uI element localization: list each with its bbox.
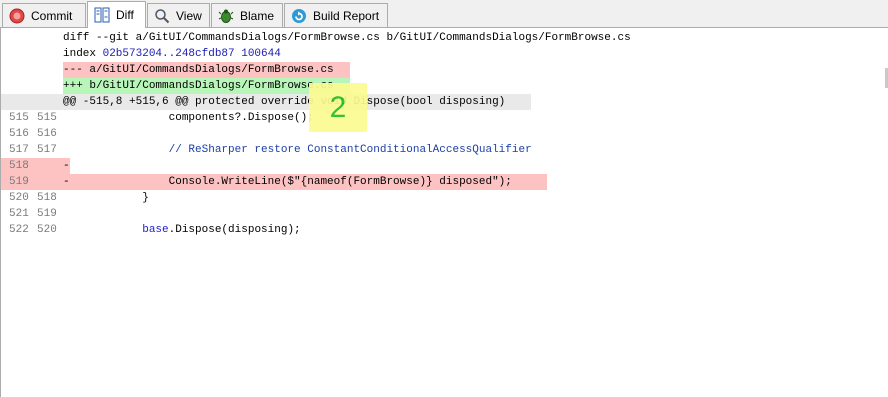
tab-build-report-label: Build Report bbox=[313, 8, 380, 23]
line-number-new: 515 bbox=[37, 112, 57, 124]
build-report-icon bbox=[291, 8, 307, 24]
commit-icon bbox=[9, 8, 25, 24]
tab-view[interactable]: View bbox=[147, 3, 210, 27]
index-hash: 02b573204..248cfdb87 100644 bbox=[102, 48, 281, 60]
line-code: components?.Dispose(); bbox=[63, 112, 314, 124]
tab-blame-label: Blame bbox=[240, 8, 275, 23]
line-code: } bbox=[63, 192, 149, 204]
line-code: - Console.WriteLine($"{nameof(FormBrowse… bbox=[63, 176, 512, 188]
tab-diff-label: Diff bbox=[116, 8, 134, 22]
line-number-old: 517 bbox=[9, 144, 29, 156]
line-number-new: 518 bbox=[37, 192, 57, 204]
line-code: base.Dispose(disposing); bbox=[142, 224, 301, 236]
keyword-base: base bbox=[142, 224, 169, 236]
line-code: // ReSharper restore ConstantConditional… bbox=[63, 144, 532, 156]
diff-hunk-header: @@ -515,8 +515,6 @@ protected override v… bbox=[1, 94, 531, 110]
tab-blame[interactable]: Blame bbox=[211, 3, 283, 27]
diff-header-git: diff --git a/GitUI/CommandsDialogs/FormB… bbox=[63, 32, 631, 44]
line-number-old: 522 bbox=[9, 224, 29, 236]
tab-build-report[interactable]: Build Report bbox=[284, 3, 388, 27]
diff-line-removed: 519 - Console.WriteLine($"{nameof(FormBr… bbox=[1, 174, 547, 190]
index-label: index bbox=[63, 48, 103, 60]
line-number-old: 516 bbox=[9, 128, 29, 140]
diff-line: 517 517 // ReSharper restore ConstantCon… bbox=[1, 142, 887, 158]
line-number-new: 519 bbox=[37, 208, 57, 220]
diff-icon bbox=[94, 7, 110, 23]
blame-icon bbox=[218, 8, 234, 24]
diff-header-index: index 02b573204..248cfdb87 100644 bbox=[1, 46, 887, 62]
tab-diff[interactable]: Diff bbox=[87, 1, 146, 28]
line-number-old: 520 bbox=[9, 192, 29, 204]
tab-bar: Commit Diff View Blame Build Report bbox=[0, 0, 888, 28]
line-number-new: 520 bbox=[37, 224, 57, 236]
line-number-old: 519 bbox=[9, 176, 29, 188]
line-number-old: 518 bbox=[9, 160, 29, 172]
tab-view-label: View bbox=[176, 8, 202, 23]
tab-commit-label: Commit bbox=[31, 8, 73, 23]
line-code: - bbox=[63, 160, 70, 172]
diff-line-removed: 518 - bbox=[1, 158, 70, 174]
diff-header-minus: --- a/GitUI/CommandsDialogs/FormBrowse.c… bbox=[63, 62, 350, 78]
line-number-old: 515 bbox=[9, 112, 29, 124]
diff-viewer[interactable]: diff --git a/GitUI/CommandsDialogs/FormB… bbox=[0, 28, 888, 397]
diff-line: 515 515 components?.Dispose(); bbox=[1, 110, 887, 126]
diff-line: 521 519 bbox=[1, 206, 887, 222]
diff-header-plus: +++ b/GitUI/CommandsDialogs/FormBrowse.c… bbox=[63, 78, 350, 94]
step-number-badge: 2 bbox=[309, 83, 367, 132]
line-number-old: 521 bbox=[9, 208, 29, 220]
line-number-new: 516 bbox=[37, 128, 57, 140]
diff-line: 522 520 base.Dispose(disposing); bbox=[1, 222, 887, 238]
tab-commit[interactable]: Commit bbox=[2, 3, 86, 27]
diff-line: 516 516 bbox=[1, 126, 887, 142]
view-icon bbox=[154, 8, 170, 24]
line-number-new: 517 bbox=[37, 144, 57, 156]
diff-line: 520 518 } bbox=[1, 190, 887, 206]
